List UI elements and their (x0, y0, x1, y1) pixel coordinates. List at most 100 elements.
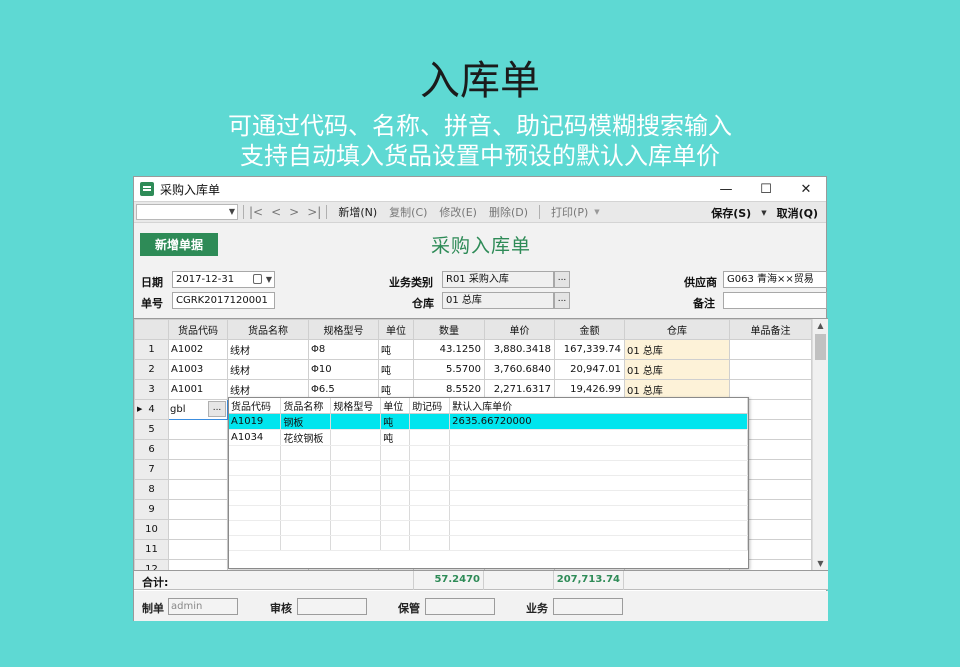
scroll-up-icon[interactable]: ▲ (813, 319, 828, 333)
row-number: ▶ 4 (134, 399, 169, 420)
cell-spec[interactable]: Φ8 (308, 339, 379, 360)
separator (243, 205, 244, 219)
cell-unit[interactable]: 吨 (378, 339, 414, 360)
save-button[interactable]: 保存(S) (711, 205, 751, 221)
first-record-button[interactable]: |< (249, 205, 263, 219)
header-code[interactable]: 货品代码 (168, 319, 228, 340)
cell-code[interactable]: A1002 (168, 339, 228, 360)
last-record-button[interactable]: >| (307, 205, 321, 219)
option-empty-cell (380, 520, 411, 536)
maker-label: 制单 (142, 602, 164, 615)
print-button[interactable]: 打印(P) (551, 204, 588, 220)
cell-note[interactable] (729, 359, 812, 380)
vertical-scrollbar[interactable]: ▲ ▼ (812, 319, 828, 570)
cell-code[interactable] (168, 459, 228, 480)
code-picker-button[interactable]: ... (208, 401, 226, 417)
record-select[interactable]: ▼ (136, 204, 238, 220)
scroll-down-icon[interactable]: ▼ (813, 557, 828, 570)
option-empty-cell (229, 490, 282, 506)
option-empty-cell (229, 505, 282, 521)
table-row[interactable]: 1 A1002 线材 Φ8 吨 43.1250 3,880.3418 167,3… (134, 339, 812, 360)
cell-code-editor[interactable]: gbl ... (168, 399, 228, 420)
header-warehouse[interactable]: 仓库 (624, 319, 730, 340)
option-empty-cell (280, 475, 332, 491)
close-button[interactable]: ✕ (786, 177, 826, 201)
header-price[interactable]: 单价 (484, 319, 555, 340)
biztype-field[interactable]: R01 采购入库 (442, 271, 554, 288)
cell-amount[interactable]: 20,947.01 (554, 359, 625, 380)
supplier-field[interactable]: G063 青海××贸易 (723, 271, 827, 288)
cell-code[interactable]: A1003 (168, 359, 228, 380)
cell-warehouse[interactable]: 01 总库 (624, 359, 730, 380)
option-empty-cell (409, 475, 451, 491)
header-amount[interactable]: 金额 (554, 319, 625, 340)
product-search-dropdown[interactable]: 货品代码 货品名称 规格型号 单位 助记码 默认入库单价 A1019 钢板 吨 (228, 397, 749, 569)
date-field[interactable]: 2017-12-31 ▼ (172, 271, 275, 288)
header-note[interactable]: 单品备注 (729, 319, 812, 340)
copy-button[interactable]: 复制(C) (389, 204, 427, 220)
option-empty-cell (330, 460, 382, 476)
cell-code[interactable] (168, 479, 228, 500)
cell-name[interactable]: 线材 (227, 359, 309, 380)
next-record-button[interactable]: > (289, 205, 299, 219)
reviewer-field (297, 598, 367, 615)
dropdown-option-selected[interactable]: A1019 钢板 吨 2635.66720000 (229, 413, 748, 430)
option-empty-cell (449, 445, 748, 461)
docno-field[interactable]: CGRK2017120001 (172, 292, 275, 309)
edit-button[interactable]: 修改(E) (439, 204, 477, 220)
cell-price[interactable]: 3,880.3418 (484, 339, 555, 360)
cell-code[interactable] (168, 499, 228, 520)
cancel-button[interactable]: 取消(Q) (777, 205, 818, 221)
table-row[interactable]: 2 A1003 线材 Φ10 吨 5.5700 3,760.6840 20,94… (134, 359, 812, 380)
option-code: A1019 (229, 413, 282, 430)
print-dropdown-icon[interactable]: ▼ (594, 208, 599, 216)
option-mnemonic (409, 429, 451, 446)
cell-spec[interactable]: Φ10 (308, 359, 379, 380)
new-button[interactable]: 新增(N) (338, 204, 377, 220)
option-empty-cell (280, 505, 332, 521)
minimize-button[interactable]: — (706, 177, 746, 201)
biztype-picker-button[interactable]: ... (554, 271, 570, 288)
cell-qty[interactable]: 5.5700 (413, 359, 485, 380)
biztype-label: 业务类别 (389, 276, 433, 289)
warehouse-picker-button[interactable]: ... (554, 292, 570, 309)
scrollbar-thumb[interactable] (815, 334, 826, 360)
row-number: 7 (134, 459, 169, 480)
cell-code[interactable] (168, 559, 228, 570)
dropdown-arrow-icon[interactable]: ▼ (266, 272, 272, 287)
maximize-button[interactable]: ☐ (746, 177, 786, 201)
row-number: 2 (134, 359, 169, 380)
header-unit[interactable]: 单位 (378, 319, 414, 340)
warehouse-field[interactable]: 01 总库 (442, 292, 554, 309)
cell-code[interactable]: A1001 (168, 379, 228, 400)
cell-warehouse[interactable]: 01 总库 (624, 339, 730, 360)
remark-field[interactable] (723, 292, 827, 309)
header-qty[interactable]: 数量 (413, 319, 485, 340)
row-number: 3 (134, 379, 169, 400)
cell-code[interactable] (168, 519, 228, 540)
dropdown-header-spec: 规格型号 (330, 398, 382, 414)
cell-price[interactable]: 3,760.6840 (484, 359, 555, 380)
option-empty-cell (280, 460, 332, 476)
save-dropdown-icon[interactable]: ▼ (761, 209, 766, 217)
cell-unit[interactable]: 吨 (378, 359, 414, 380)
separator (326, 205, 328, 219)
cell-qty[interactable]: 43.1250 (413, 339, 485, 360)
option-empty-cell (409, 535, 451, 551)
cell-note[interactable] (729, 339, 812, 360)
cell-code[interactable] (168, 439, 228, 460)
calendar-icon[interactable] (253, 274, 262, 284)
cell-amount[interactable]: 167,339.74 (554, 339, 625, 360)
prev-record-button[interactable]: < (271, 205, 281, 219)
header-name[interactable]: 货品名称 (227, 319, 309, 340)
option-empty-cell (380, 475, 411, 491)
cell-name[interactable]: 线材 (227, 339, 309, 360)
row-number-text: 4 (148, 404, 155, 415)
delete-button[interactable]: 删除(D) (489, 204, 528, 220)
header-spec[interactable]: 规格型号 (308, 319, 379, 340)
cell-code[interactable] (168, 419, 228, 440)
dropdown-option[interactable]: A1034 花纹钢板 吨 (229, 429, 748, 446)
option-empty-cell (229, 445, 282, 461)
code-input-value[interactable]: gbl (170, 404, 185, 415)
cell-code[interactable] (168, 539, 228, 560)
